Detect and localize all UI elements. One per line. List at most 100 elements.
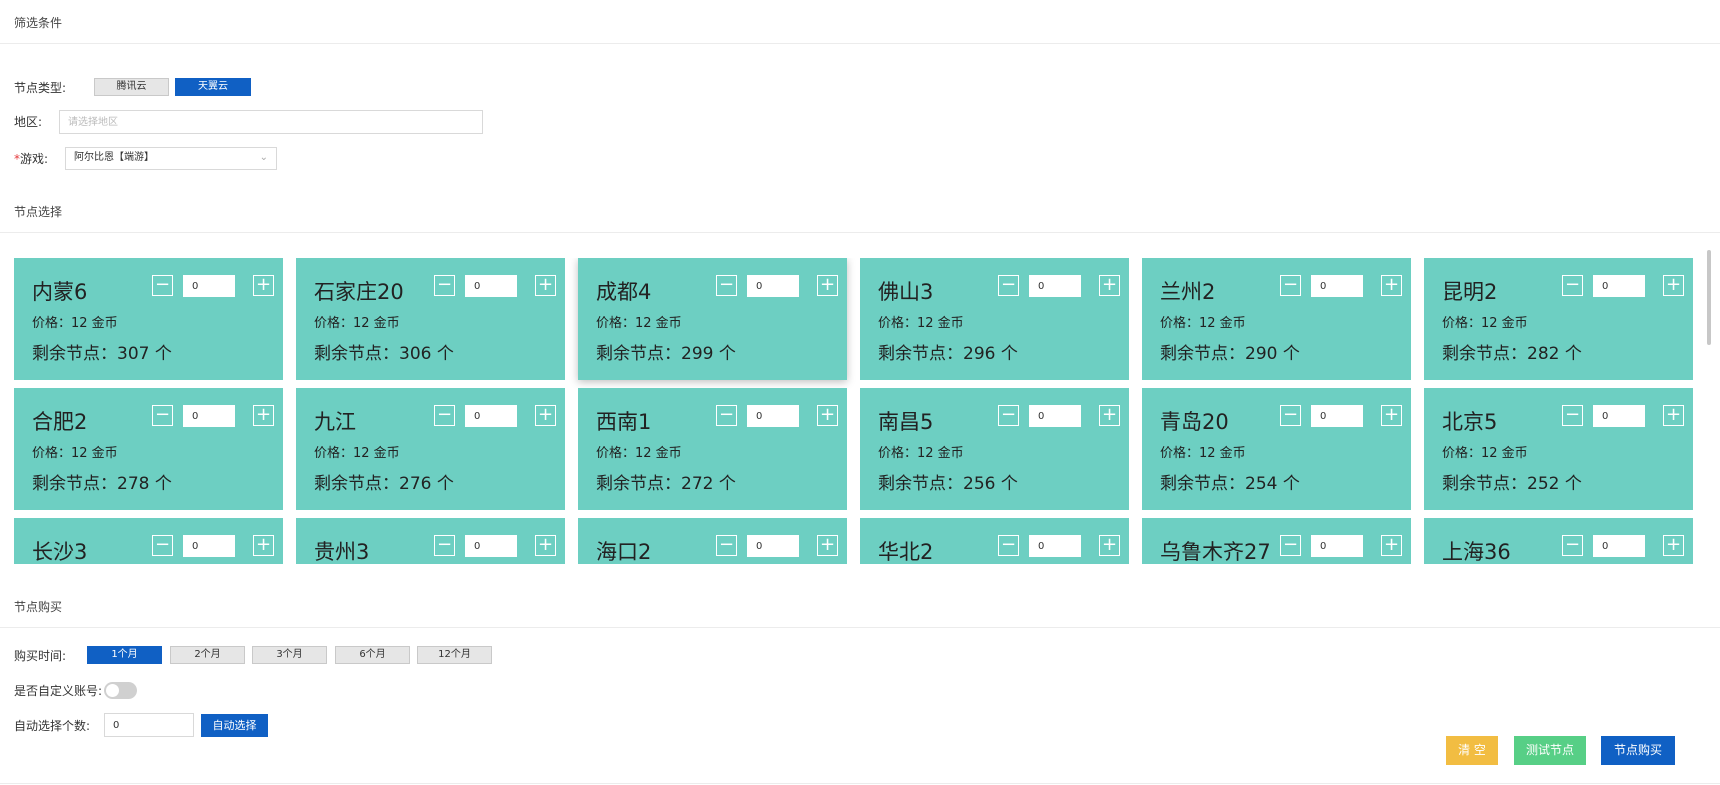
minus-icon[interactable]: − (1562, 535, 1583, 556)
quantity-stepper[interactable]: −+ (434, 535, 560, 557)
plus-icon[interactable]: + (817, 275, 838, 296)
auto-count-input[interactable] (104, 713, 194, 737)
quantity-input[interactable] (183, 275, 235, 297)
plus-icon[interactable]: + (1381, 275, 1402, 296)
quantity-input[interactable] (747, 275, 799, 297)
minus-icon[interactable]: − (998, 405, 1019, 426)
quantity-stepper[interactable]: −+ (434, 405, 560, 427)
quantity-input[interactable] (747, 405, 799, 427)
node-card[interactable]: 华北2−+ (860, 518, 1129, 564)
plus-icon[interactable]: + (1099, 405, 1120, 426)
node-card[interactable]: 成都4价格：12 金币剩余节点：299 个−+ (578, 258, 847, 380)
quantity-input[interactable] (465, 405, 517, 427)
node-type-tianyi-button[interactable]: 天翼云 (175, 78, 251, 96)
scrollbar[interactable] (1707, 250, 1711, 345)
quantity-stepper[interactable]: −+ (434, 275, 560, 297)
minus-icon[interactable]: − (716, 275, 737, 296)
duration-1-month-button[interactable]: 1个月 (87, 646, 162, 664)
node-card[interactable]: 佛山3价格：12 金币剩余节点：296 个−+ (860, 258, 1129, 380)
minus-icon[interactable]: − (152, 405, 173, 426)
minus-icon[interactable]: − (434, 275, 455, 296)
quantity-stepper[interactable]: −+ (152, 535, 278, 557)
minus-icon[interactable]: − (434, 405, 455, 426)
node-card[interactable]: 上海36−+ (1424, 518, 1693, 564)
plus-icon[interactable]: + (253, 535, 274, 556)
minus-icon[interactable]: − (716, 535, 737, 556)
node-card[interactable]: 海口2−+ (578, 518, 847, 564)
quantity-stepper[interactable]: −+ (1280, 275, 1406, 297)
plus-icon[interactable]: + (253, 275, 274, 296)
quantity-stepper[interactable]: −+ (716, 405, 842, 427)
minus-icon[interactable]: − (1280, 275, 1301, 296)
quantity-stepper[interactable]: −+ (152, 275, 278, 297)
quantity-stepper[interactable]: −+ (1280, 405, 1406, 427)
node-card[interactable]: 青岛20价格：12 金币剩余节点：254 个−+ (1142, 388, 1411, 510)
duration-2-month-button[interactable]: 2个月 (170, 646, 245, 664)
plus-icon[interactable]: + (817, 535, 838, 556)
node-card[interactable]: 南昌5价格：12 金币剩余节点：256 个−+ (860, 388, 1129, 510)
minus-icon[interactable]: − (716, 405, 737, 426)
quantity-input[interactable] (465, 275, 517, 297)
quantity-stepper[interactable]: −+ (1280, 535, 1406, 557)
quantity-stepper[interactable]: −+ (1562, 275, 1688, 297)
minus-icon[interactable]: − (1562, 405, 1583, 426)
minus-icon[interactable]: − (998, 535, 1019, 556)
plus-icon[interactable]: + (1663, 405, 1684, 426)
minus-icon[interactable]: − (152, 275, 173, 296)
duration-6-month-button[interactable]: 6个月 (335, 646, 410, 664)
quantity-stepper[interactable]: −+ (998, 535, 1124, 557)
quantity-input[interactable] (1311, 535, 1363, 557)
quantity-stepper[interactable]: −+ (716, 535, 842, 557)
region-input[interactable] (59, 110, 483, 134)
quantity-input[interactable] (1311, 405, 1363, 427)
quantity-input[interactable] (1593, 405, 1645, 427)
node-type-tencent-button[interactable]: 腾讯云 (94, 78, 169, 96)
node-card[interactable]: 兰州2价格：12 金币剩余节点：290 个−+ (1142, 258, 1411, 380)
duration-3-month-button[interactable]: 3个月 (252, 646, 327, 664)
plus-icon[interactable]: + (1663, 275, 1684, 296)
minus-icon[interactable]: − (152, 535, 173, 556)
quantity-stepper[interactable]: −+ (998, 275, 1124, 297)
plus-icon[interactable]: + (535, 275, 556, 296)
minus-icon[interactable]: − (1280, 535, 1301, 556)
quantity-input[interactable] (1593, 535, 1645, 557)
custom-account-toggle[interactable] (104, 682, 137, 699)
quantity-input[interactable] (1311, 275, 1363, 297)
node-card[interactable]: 乌鲁木齐27−+ (1142, 518, 1411, 564)
quantity-stepper[interactable]: −+ (1562, 535, 1688, 557)
quantity-stepper[interactable]: −+ (152, 405, 278, 427)
plus-icon[interactable]: + (1099, 275, 1120, 296)
plus-icon[interactable]: + (1381, 535, 1402, 556)
node-card[interactable]: 北京5价格：12 金币剩余节点：252 个−+ (1424, 388, 1693, 510)
node-card[interactable]: 昆明2价格：12 金币剩余节点：282 个−+ (1424, 258, 1693, 380)
node-card[interactable]: 石家庄20价格：12 金币剩余节点：306 个−+ (296, 258, 565, 380)
quantity-input[interactable] (1029, 535, 1081, 557)
minus-icon[interactable]: − (998, 275, 1019, 296)
plus-icon[interactable]: + (1381, 405, 1402, 426)
node-card[interactable]: 西南1价格：12 金币剩余节点：272 个−+ (578, 388, 847, 510)
quantity-input[interactable] (183, 405, 235, 427)
quantity-stepper[interactable]: −+ (998, 405, 1124, 427)
quantity-stepper[interactable]: −+ (1562, 405, 1688, 427)
plus-icon[interactable]: + (817, 405, 838, 426)
node-card[interactable]: 贵州3−+ (296, 518, 565, 564)
minus-icon[interactable]: − (1280, 405, 1301, 426)
plus-icon[interactable]: + (253, 405, 274, 426)
node-card[interactable]: 内蒙6价格：12 金币剩余节点：307 个−+ (14, 258, 283, 380)
plus-icon[interactable]: + (535, 405, 556, 426)
quantity-input[interactable] (1593, 275, 1645, 297)
node-card[interactable]: 九江价格：12 金币剩余节点：276 个−+ (296, 388, 565, 510)
minus-icon[interactable]: − (434, 535, 455, 556)
duration-12-month-button[interactable]: 12个月 (417, 646, 492, 664)
quantity-input[interactable] (1029, 405, 1081, 427)
game-select[interactable]: 阿尔比恩【端游】 ⌄ (65, 147, 277, 170)
clear-button[interactable]: 清 空 (1446, 736, 1498, 765)
quantity-input[interactable] (183, 535, 235, 557)
node-grid[interactable]: 内蒙6价格：12 金币剩余节点：307 个−+石家庄20价格：12 金币剩余节点… (14, 258, 1704, 564)
node-card[interactable]: 长沙3−+ (14, 518, 283, 564)
node-card[interactable]: 合肥2价格：12 金币剩余节点：278 个−+ (14, 388, 283, 510)
auto-select-button[interactable]: 自动选择 (201, 714, 268, 737)
quantity-input[interactable] (1029, 275, 1081, 297)
minus-icon[interactable]: − (1562, 275, 1583, 296)
quantity-input[interactable] (465, 535, 517, 557)
